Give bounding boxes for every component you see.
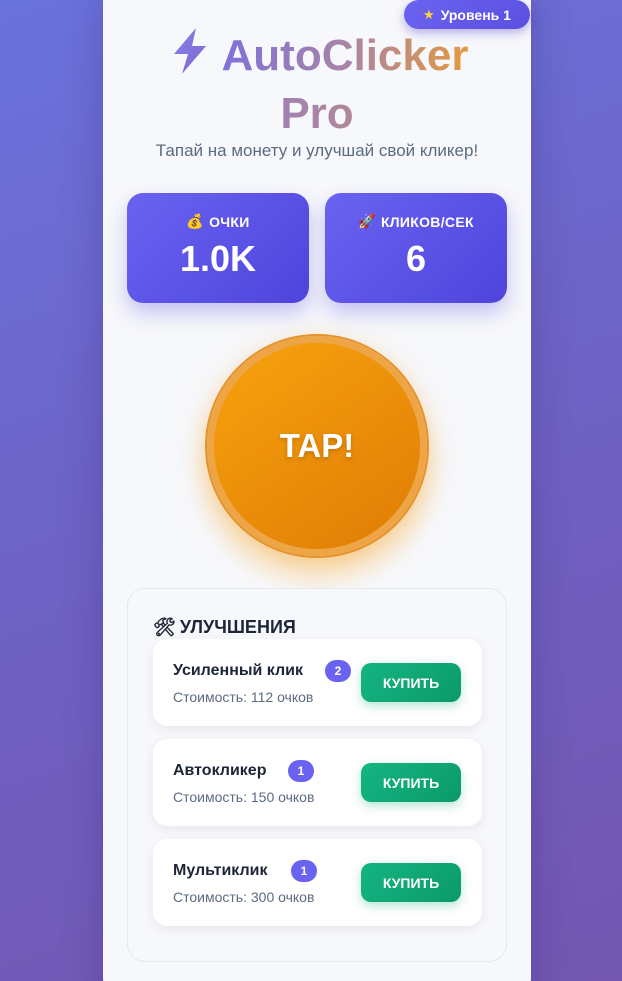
- upgrades-heading-text: УЛУЧШЕНИЯ: [179, 617, 296, 637]
- cps-value: 6: [405, 238, 427, 279]
- points-label: ОЧКИ: [209, 213, 250, 230]
- rocket-icon: 🚀: [358, 213, 376, 229]
- subtitle: Тапай на монету и улучшай свой кликер!: [155, 141, 479, 160]
- upgrade-name: Усиленный клик: [173, 662, 304, 679]
- points-stat-card: 💰 ОЧКИ 1.0K: [127, 193, 309, 303]
- upgrade-item-power-click: Усиленный клик 2 Стоимость: 112 очков КУ…: [153, 639, 482, 726]
- title-line1: AutoClicker: [221, 31, 469, 80]
- money-bag-icon: 💰: [186, 213, 205, 229]
- level-label: Уровень 1: [440, 6, 511, 23]
- upgrade-item-multiclick: Мультиклик 1 Стоимость: 300 очков КУПИТЬ: [153, 839, 482, 926]
- upgrades-heading: 🛠 УЛУЧШЕНИЯ: [153, 617, 296, 638]
- tap-coin-button[interactable]: TAP!: [207, 336, 427, 556]
- title-line2: Pro: [103, 88, 531, 140]
- buy-button[interactable]: КУПИТЬ: [361, 863, 461, 902]
- upgrade-count-badge: 1: [288, 760, 314, 782]
- lightning-icon: [166, 26, 214, 88]
- cps-label: КЛИКОВ/СЕК: [380, 213, 474, 230]
- buy-button[interactable]: КУПИТЬ: [361, 663, 461, 702]
- upgrade-count-badge: 2: [325, 660, 351, 682]
- tools-icon: 🛠: [153, 617, 176, 637]
- upgrades-panel: 🛠 УЛУЧШЕНИЯ Усиленный клик 2 Стоимость: …: [127, 588, 507, 962]
- upgrade-cost: Стоимость: 150 очков: [173, 789, 315, 805]
- points-value: 1.0K: [179, 238, 257, 279]
- star-icon: ★: [423, 6, 435, 22]
- upgrade-count-badge: 1: [291, 860, 317, 882]
- tap-label: TAP!: [279, 427, 355, 464]
- buy-button[interactable]: КУПИТЬ: [361, 763, 461, 802]
- cps-stat-card: 🚀 КЛИКОВ/СЕК 6: [325, 193, 507, 303]
- upgrade-name: Мультиклик: [173, 862, 268, 879]
- upgrade-cost: Стоимость: 112 очков: [173, 689, 314, 705]
- app-title: AutoClicker Pro: [103, 26, 531, 140]
- upgrade-name: Автокликер: [173, 762, 267, 779]
- upgrade-cost: Стоимость: 300 очков: [173, 889, 315, 905]
- upgrade-item-autoclicker: Автокликер 1 Стоимость: 150 очков КУПИТЬ: [153, 739, 482, 826]
- level-badge: ★ Уровень 1: [404, 0, 530, 29]
